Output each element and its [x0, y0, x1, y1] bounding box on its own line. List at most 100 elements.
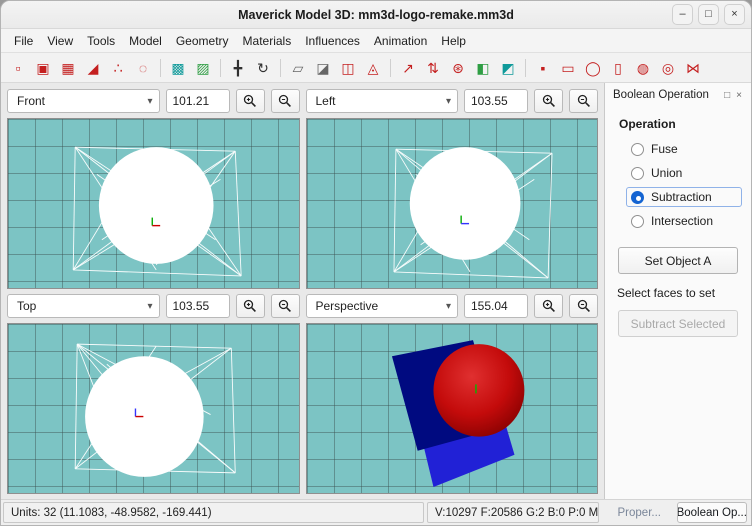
texture-group-button[interactable]: ▨	[191, 56, 215, 80]
spherify-tool-button[interactable]: ⊛	[446, 56, 470, 80]
select-groups-tool-button[interactable]: ▦	[56, 56, 80, 80]
cylinder-primitive-button[interactable]: ▯	[606, 56, 630, 80]
radio-intersection-label: Intersection	[651, 214, 713, 228]
tab-properties[interactable]: Proper...	[604, 502, 675, 523]
flip-paste-icon: ◪	[316, 61, 329, 75]
select-points-tool-button[interactable]: ◌	[131, 56, 155, 80]
hide-unselected-button[interactable]: ▩	[166, 56, 190, 80]
boolean-operation-panel: Boolean Operation □ × Operation Fuse Uni…	[604, 83, 751, 499]
flip-paste-button[interactable]: ◪	[311, 56, 335, 80]
zoom-in-icon	[541, 93, 557, 109]
menu-tools[interactable]: Tools	[80, 31, 122, 51]
scale-tool-button[interactable]: ⇅	[421, 56, 445, 80]
menu-geometry[interactable]: Geometry	[169, 31, 236, 51]
operation-group-label: Operation	[619, 117, 751, 131]
maximize-button[interactable]: □	[698, 4, 719, 25]
view-select-perspective[interactable]: Perspective ▾	[306, 294, 459, 318]
view-select-front[interactable]: Front ▾	[7, 89, 160, 113]
sphere-primitive-button[interactable]: ◍	[631, 56, 655, 80]
zoom-value-top[interactable]	[166, 294, 230, 318]
zoom-out-button-top[interactable]	[271, 294, 300, 318]
menu-model[interactable]: Model	[122, 31, 169, 51]
radio-fuse[interactable]: Fuse	[627, 140, 741, 158]
zoom-value-perspective[interactable]	[464, 294, 528, 318]
viewport-canvas-front[interactable]	[7, 118, 300, 289]
zoom-out-button-left[interactable]	[569, 89, 598, 113]
menu-influences[interactable]: Influences	[298, 31, 367, 51]
view-select-front-value: Front	[17, 94, 147, 108]
rotate-tool-button[interactable]: ↻	[251, 56, 275, 80]
view-select-top[interactable]: Top ▾	[7, 294, 160, 318]
cylinder-primitive-icon: ▯	[614, 61, 622, 75]
mesh-primitive-button[interactable]: ◩	[496, 56, 520, 80]
torus-primitive-button[interactable]: ◎	[656, 56, 680, 80]
extrude-tool-button[interactable]: ↗	[396, 56, 420, 80]
view-select-perspective-value: Perspective	[316, 299, 446, 313]
radio-subtraction-label: Subtraction	[651, 190, 712, 204]
subtract-selected-button[interactable]: Subtract Selected	[618, 310, 738, 337]
undock-panel-icon[interactable]: □	[721, 90, 733, 101]
front-wireframe-graphic	[8, 119, 299, 288]
radio-union[interactable]: Union	[627, 164, 741, 182]
select-all-tool-icon: ▫	[16, 61, 21, 75]
panel-header: Boolean Operation □ ×	[605, 83, 751, 107]
minimize-icon: –	[679, 8, 685, 20]
menu-help[interactable]: Help	[434, 31, 473, 51]
chevron-down-icon: ▾	[147, 301, 152, 312]
minimize-button[interactable]: –	[672, 4, 693, 25]
select-points-tool-icon: ◌	[139, 61, 147, 75]
viewport-front: Front ▾	[7, 88, 300, 289]
radio-subtraction-circle-icon[interactable]	[631, 191, 644, 204]
viewport-canvas-top[interactable]	[7, 323, 300, 494]
close-panel-icon[interactable]: ×	[733, 90, 745, 101]
toolbar-separator	[160, 59, 161, 77]
view-select-top-value: Top	[17, 299, 147, 313]
menu-materials[interactable]: Materials	[236, 31, 299, 51]
select-connected-tool-button[interactable]: ▣	[31, 56, 55, 80]
main-area: Front ▾	[1, 83, 751, 499]
vertex-primitive-button[interactable]: ▪	[531, 56, 555, 80]
select-all-tool-button[interactable]: ▫	[6, 56, 30, 80]
zoom-value-front[interactable]	[166, 89, 230, 113]
viewport-canvas-left[interactable]	[306, 118, 599, 289]
polygon-primitive-button[interactable]: ⋈	[681, 56, 705, 80]
flip-copy-button[interactable]: ▱	[286, 56, 310, 80]
radio-union-label: Union	[651, 166, 682, 180]
viewport-perspective-controls: Perspective ▾	[306, 293, 599, 319]
set-object-a-button[interactable]: Set Object A	[618, 247, 738, 274]
select-faces-tool-button[interactable]: ◢	[81, 56, 105, 80]
make-face-button[interactable]: ◬	[361, 56, 385, 80]
view-select-left-value: Left	[316, 94, 446, 108]
select-faces-hint: Select faces to set	[617, 286, 751, 300]
zoom-value-left[interactable]	[464, 89, 528, 113]
radio-intersection[interactable]: Intersection	[627, 212, 741, 230]
radio-union-circle-icon[interactable]	[631, 167, 644, 180]
zoom-in-button-top[interactable]	[236, 294, 265, 318]
zoom-in-icon	[242, 298, 258, 314]
zoom-in-button-left[interactable]	[534, 89, 563, 113]
radio-intersection-circle-icon[interactable]	[631, 215, 644, 228]
menu-file[interactable]: File	[7, 31, 40, 51]
move-tool-button[interactable]: ╋	[226, 56, 250, 80]
zoom-in-button-front[interactable]	[236, 89, 265, 113]
projection-tool-button[interactable]: ◫	[336, 56, 360, 80]
zoom-out-button-front[interactable]	[271, 89, 300, 113]
tab-boolean-operation[interactable]: Boolean Op...	[677, 502, 748, 523]
cube-primitive-button[interactable]: ◧	[471, 56, 495, 80]
chevron-down-icon: ▾	[147, 96, 152, 107]
radio-fuse-circle-icon[interactable]	[631, 143, 644, 156]
select-vertices-tool-button[interactable]: ∴	[106, 56, 130, 80]
menu-view[interactable]: View	[40, 31, 80, 51]
view-select-left[interactable]: Left ▾	[306, 89, 459, 113]
close-button[interactable]: ×	[724, 4, 745, 25]
viewport-canvas-perspective[interactable]	[306, 323, 599, 494]
viewport-left-controls: Left ▾	[306, 88, 599, 114]
ellipse-primitive-button[interactable]: ◯	[581, 56, 605, 80]
torus-primitive-icon: ◎	[662, 61, 674, 75]
menu-animation[interactable]: Animation	[367, 31, 434, 51]
zoom-in-button-perspective[interactable]	[534, 294, 563, 318]
rect-primitive-button[interactable]: ▭	[556, 56, 580, 80]
titlebar[interactable]: Maverick Model 3D: mm3d-logo-remake.mm3d…	[1, 1, 751, 29]
zoom-out-button-perspective[interactable]	[569, 294, 598, 318]
radio-subtraction[interactable]: Subtraction	[627, 188, 741, 206]
